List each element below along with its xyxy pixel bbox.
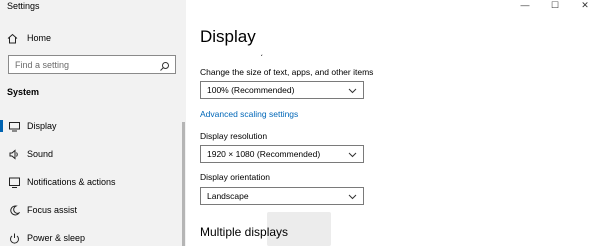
main-pane: — ☐ ✕ Display ˏ Change the size of text,… <box>186 0 600 246</box>
scale-label: Change the size of text, apps, and other… <box>200 67 374 77</box>
power-icon <box>8 232 20 244</box>
close-button[interactable]: ✕ <box>570 0 600 10</box>
sidebar: Settings Home System Display Sound Notif… <box>0 0 186 246</box>
chevron-down-icon <box>348 86 357 95</box>
chevron-down-icon <box>348 150 357 159</box>
sidebar-item-display[interactable]: Display <box>0 115 186 137</box>
monitor-icon <box>8 120 20 132</box>
speaker-icon <box>8 148 20 160</box>
sidebar-item-label: Notifications & actions <box>27 177 116 187</box>
resolution-dropdown[interactable]: 1920 × 1080 (Recommended) <box>200 145 364 163</box>
search-icon[interactable] <box>159 59 170 71</box>
moon-icon <box>8 204 20 216</box>
page-title: Display <box>200 27 256 46</box>
orientation-label: Display orientation <box>200 172 270 182</box>
resolution-label: Display resolution <box>200 131 268 141</box>
sidebar-item-focus-assist[interactable]: Focus assist <box>0 199 186 221</box>
home-label: Home <box>27 33 52 43</box>
sidebar-item-label: Display <box>27 121 57 131</box>
sidebar-scrollbar[interactable] <box>182 122 185 246</box>
sidebar-item-sound[interactable]: Sound <box>0 143 186 165</box>
sidebar-item-notifications[interactable]: Notifications & actions <box>0 171 186 193</box>
chevron-down-icon <box>348 192 357 201</box>
maximize-button[interactable]: ☐ <box>540 0 570 10</box>
home-nav-item[interactable]: Home <box>7 30 51 46</box>
advanced-scaling-link[interactable]: Advanced scaling settings <box>200 109 298 119</box>
scale-dropdown[interactable]: 100% (Recommended) <box>200 81 364 99</box>
sidebar-item-label: Sound <box>27 149 54 159</box>
multiple-displays-heading: Multiple displays <box>200 225 289 239</box>
search-box[interactable] <box>8 55 176 74</box>
sidebar-item-label: Focus assist <box>27 205 78 215</box>
window-controls: — ☐ ✕ <box>510 0 600 10</box>
minimize-button[interactable]: — <box>510 0 540 10</box>
app-title: Settings <box>7 1 40 11</box>
scale-value: 100% (Recommended) <box>207 85 295 95</box>
orientation-value: Landscape <box>207 191 249 201</box>
sidebar-item-power-sleep[interactable]: Power & sleep <box>0 227 186 246</box>
orientation-dropdown[interactable]: Landscape <box>200 187 364 205</box>
search-input[interactable] <box>15 59 155 70</box>
sidebar-item-label: Power & sleep <box>27 233 86 243</box>
scroll-fragment: ˏ <box>260 46 263 56</box>
resolution-value: 1920 × 1080 (Recommended) <box>207 149 321 159</box>
home-icon <box>7 31 21 45</box>
section-label: System <box>7 87 40 97</box>
notification-icon <box>8 176 20 188</box>
